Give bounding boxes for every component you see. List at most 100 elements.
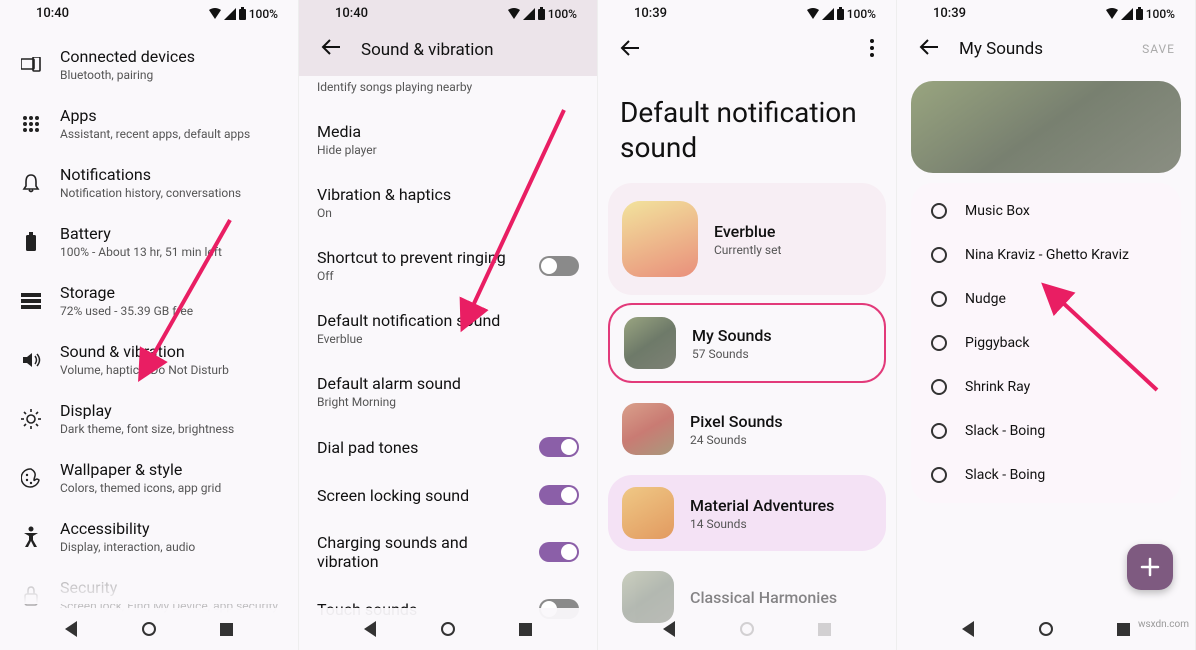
radio-piggyback[interactable]: Piggyback [913,321,1179,365]
radio-slack-boing-2[interactable]: Slack - Boing [913,453,1179,497]
row-accessibility[interactable]: AccessibilityDisplay, interaction, audio [0,507,298,566]
radio-shrink-ray[interactable]: Shrink Ray [913,365,1179,409]
card-thumbnail [622,403,674,455]
row-shortcut-prevent-ringing[interactable]: Shortcut to prevent ringingOff [317,234,579,297]
radio-slack-boing-1[interactable]: Slack - Boing [913,409,1179,453]
radio-nina-kraviz[interactable]: Nina Kraviz - Ghetto Kraviz [913,233,1179,277]
toggle[interactable] [539,256,579,276]
card-pixel-sounds[interactable]: Pixel Sounds24 Sounds [608,391,886,467]
row-sound-vibration[interactable]: Sound & vibrationVolume, haptics, Do Not… [0,330,298,389]
nav-bar [598,608,896,650]
row-now-playing[interactable]: Identify songs playing nearby [317,76,579,108]
plus-icon [1140,557,1160,577]
radio-icon [931,291,947,307]
nav-recent[interactable] [1117,623,1130,636]
nav-back[interactable] [962,621,974,637]
nav-home[interactable] [1039,622,1053,636]
row-dial-pad-tones[interactable]: Dial pad tones [317,423,579,471]
row-display[interactable]: DisplayDark theme, font size, brightness [0,389,298,448]
nav-home[interactable] [142,622,156,636]
nav-back[interactable] [663,621,675,637]
nav-recent[interactable] [818,623,831,636]
status-bar: 10:40 100% [299,0,597,25]
row-default-notification-sound[interactable]: Default notification soundEverblue [317,297,579,360]
nav-back[interactable] [65,621,77,637]
add-sound-fab[interactable] [1127,544,1173,590]
back-button[interactable] [321,39,341,60]
radio-nudge[interactable]: Nudge [913,277,1179,321]
wifi-icon [208,8,222,20]
card-thumbnail [622,487,674,539]
overflow-menu[interactable] [870,39,874,61]
panel-sound-vibration: 10:40 100% Sound & vibration Identify so… [299,0,598,650]
sound-group-list: EverblueCurrently set My Sounds57 Sounds… [598,183,896,635]
row-title: Connected devices [60,47,195,66]
app-bar: Sound & vibration [299,25,597,76]
signal-icon [1121,8,1133,20]
wifi-icon [507,8,521,20]
status-bar: 10:39 100% [598,0,896,25]
storage-icon [20,290,42,312]
nav-bar [299,608,597,650]
row-media[interactable]: MediaHide player [317,108,579,171]
page-title: Sound & vibration [361,40,494,60]
radio-music-box[interactable]: Music Box [913,189,1179,233]
back-button[interactable] [620,40,640,61]
row-vibration-haptics[interactable]: Vibration & hapticsOn [317,171,579,234]
row-battery[interactable]: Battery100% - About 13 hr, 51 min left [0,212,298,271]
watermark: wsxdn.com [1138,619,1189,630]
app-bar [598,25,896,71]
brightness-icon [20,408,42,430]
card-thumbnail [624,317,676,369]
volume-icon [20,349,42,371]
nav-home[interactable] [441,622,455,636]
toggle[interactable] [539,542,579,562]
card-thumbnail [622,201,698,277]
panel-my-sounds: 10:39 100% My Sounds SAVE Music Box Nina… [897,0,1196,650]
nav-home[interactable] [740,622,754,636]
row-storage[interactable]: Storage72% used - 35.39 GB free [0,271,298,330]
row-screen-locking-sound[interactable]: Screen locking sound [317,471,579,519]
signal-icon [523,8,535,20]
status-icons: 100% [208,7,278,21]
status-bar: 10:40 100% [0,0,298,25]
radio-icon [931,467,947,483]
back-button[interactable] [919,39,939,59]
radio-icon [931,335,947,351]
accessibility-icon [20,526,42,548]
radio-icon [931,379,947,395]
battery-icon [836,7,845,20]
app-bar: My Sounds SAVE [897,25,1195,69]
row-wallpaper-style[interactable]: Wallpaper & styleColors, themed icons, a… [0,448,298,507]
radio-icon [931,423,947,439]
wifi-icon [1105,8,1119,20]
row-apps[interactable]: AppsAssistant, recent apps, default apps [0,94,298,153]
hero-thumbnail [911,81,1181,173]
row-default-alarm-sound[interactable]: Default alarm soundBright Morning [317,360,579,423]
battery-icon [238,7,247,20]
page-title: My Sounds [959,39,1043,59]
card-my-sounds[interactable]: My Sounds57 Sounds [608,303,886,383]
palette-icon [20,467,42,489]
battery-icon [1135,7,1144,20]
card-everblue[interactable]: EverblueCurrently set [608,183,886,295]
radio-icon [931,203,947,219]
row-connected-devices[interactable]: Connected devicesBluetooth, pairing [0,35,298,94]
nav-back[interactable] [364,621,376,637]
panel-default-notification-sound: 10:39 100% Default notification sound Ev… [598,0,897,650]
panel-settings: 10:40 100% Connected devicesBluetooth, p… [0,0,299,650]
save-button[interactable]: SAVE [1142,42,1175,56]
settings-list: Connected devicesBluetooth, pairing Apps… [0,25,298,625]
card-material-adventures[interactable]: Material Adventures14 Sounds [608,475,886,551]
toggle[interactable] [539,485,579,505]
radio-icon [931,247,947,263]
page-title: Default notification sound [598,71,896,183]
nav-recent[interactable] [220,623,233,636]
row-charging-sounds-vibration[interactable]: Charging sounds and vibration [317,519,579,585]
nav-bar [0,608,298,650]
toggle[interactable] [539,437,579,457]
wifi-icon [806,8,820,20]
nav-recent[interactable] [519,623,532,636]
apps-icon [20,113,42,135]
row-notifications[interactable]: NotificationsNotification history, conve… [0,153,298,212]
